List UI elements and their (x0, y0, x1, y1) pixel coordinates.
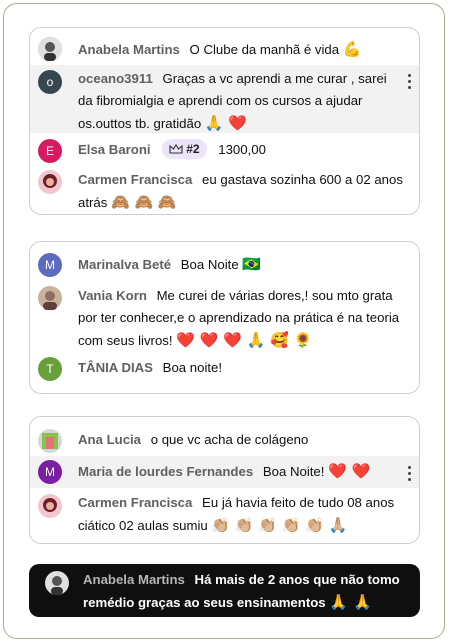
avatar (38, 170, 62, 194)
chat-message[interactable]: o oceano3911 Graças a vc aprendi a me cu… (30, 65, 419, 133)
message-emoji: 💪 (342, 40, 362, 58)
avatar (45, 571, 69, 595)
message-text: o que vc acha de colágeno (150, 432, 309, 447)
message-author[interactable]: Elsa Baroni (78, 142, 151, 157)
message-author[interactable]: Vania Korn (78, 288, 147, 303)
message-author[interactable]: Marinalva Beté (78, 257, 171, 272)
message-author[interactable]: TÂNIA DIAS (78, 360, 153, 375)
more-options-icon[interactable] (405, 71, 413, 92)
chat-message[interactable]: M Maria de lourdes Fernandes Boa Noite! … (30, 456, 419, 488)
message-text: Boa Noite (180, 257, 239, 272)
chat-message[interactable]: Carmen Francisca eu gastava sozinha 600 … (30, 167, 419, 213)
message-text: Boa noite! (162, 360, 223, 375)
message-author[interactable]: Anabela Martins (83, 572, 185, 587)
crown-icon (169, 143, 183, 154)
message-emoji: 👏🏼 👏🏼 👏🏼 👏🏼 👏🏼 🙏🏼 (211, 516, 348, 534)
message-emoji: ❤️ ❤️ ❤️ 🙏 🥰 🌻 (176, 331, 313, 349)
message-text: O Clube da manhã é vida (189, 42, 340, 57)
message-emoji: 🙈 🙈 🙈 (111, 193, 177, 211)
chat-message[interactable]: Ana Lucia o que vc acha de colágeno (30, 427, 419, 455)
avatar (38, 429, 62, 453)
avatar (38, 286, 62, 310)
avatar: M (38, 460, 62, 484)
member-badge: #2 (162, 139, 207, 159)
message-author[interactable]: Maria de lourdes Fernandes (78, 464, 253, 479)
flag-brazil-icon: 🇧🇷 (242, 255, 262, 273)
chat-message[interactable]: T TÂNIA DIAS Boa noite! (30, 355, 419, 385)
avatar (38, 37, 62, 61)
highlighted-message[interactable]: Anabela Martins Há mais de 2 anos que nã… (29, 564, 420, 617)
message-author[interactable]: Carmen Francisca (78, 495, 192, 510)
message-author[interactable]: Ana Lucia (78, 432, 141, 447)
avatar: E (38, 139, 62, 163)
avatar: M (38, 253, 62, 277)
chat-message[interactable]: Carmen Francisca Eu já havia feito de tu… (30, 490, 419, 540)
more-options-icon[interactable] (405, 463, 413, 484)
message-emoji: ❤️ ❤️ (328, 462, 371, 480)
avatar (38, 494, 62, 518)
chat-message[interactable]: Vania Korn Me curei de várias dores,! so… (30, 282, 419, 352)
chat-message[interactable]: M Marinalva Beté Boa Noite 🇧🇷 (30, 250, 419, 280)
avatar: T (38, 357, 62, 381)
message-author[interactable]: oceano3911 (78, 71, 153, 86)
chat-card-1: Anabela Martins O Clube da manhã é vida … (29, 27, 420, 215)
message-author[interactable]: Carmen Francisca (78, 172, 192, 187)
chat-card-2: M Marinalva Beté Boa Noite 🇧🇷 Vania Korn… (29, 241, 420, 394)
message-author[interactable]: Anabela Martins (78, 42, 180, 57)
message-emoji: 🙏 🙏 (329, 593, 372, 611)
avatar: o (38, 70, 62, 94)
chat-message[interactable]: Anabela Martins O Clube da manhã é vida … (30, 34, 419, 64)
message-emoji: 🙏 ❤️ (204, 114, 247, 132)
chat-message[interactable]: E Elsa Baroni #2 1300,00 (30, 135, 419, 165)
message-text: Boa Noite! (262, 464, 325, 479)
chat-card-3: Ana Lucia o que vc acha de colágeno M Ma… (29, 416, 420, 544)
message-text: 1300,00 (218, 142, 266, 157)
